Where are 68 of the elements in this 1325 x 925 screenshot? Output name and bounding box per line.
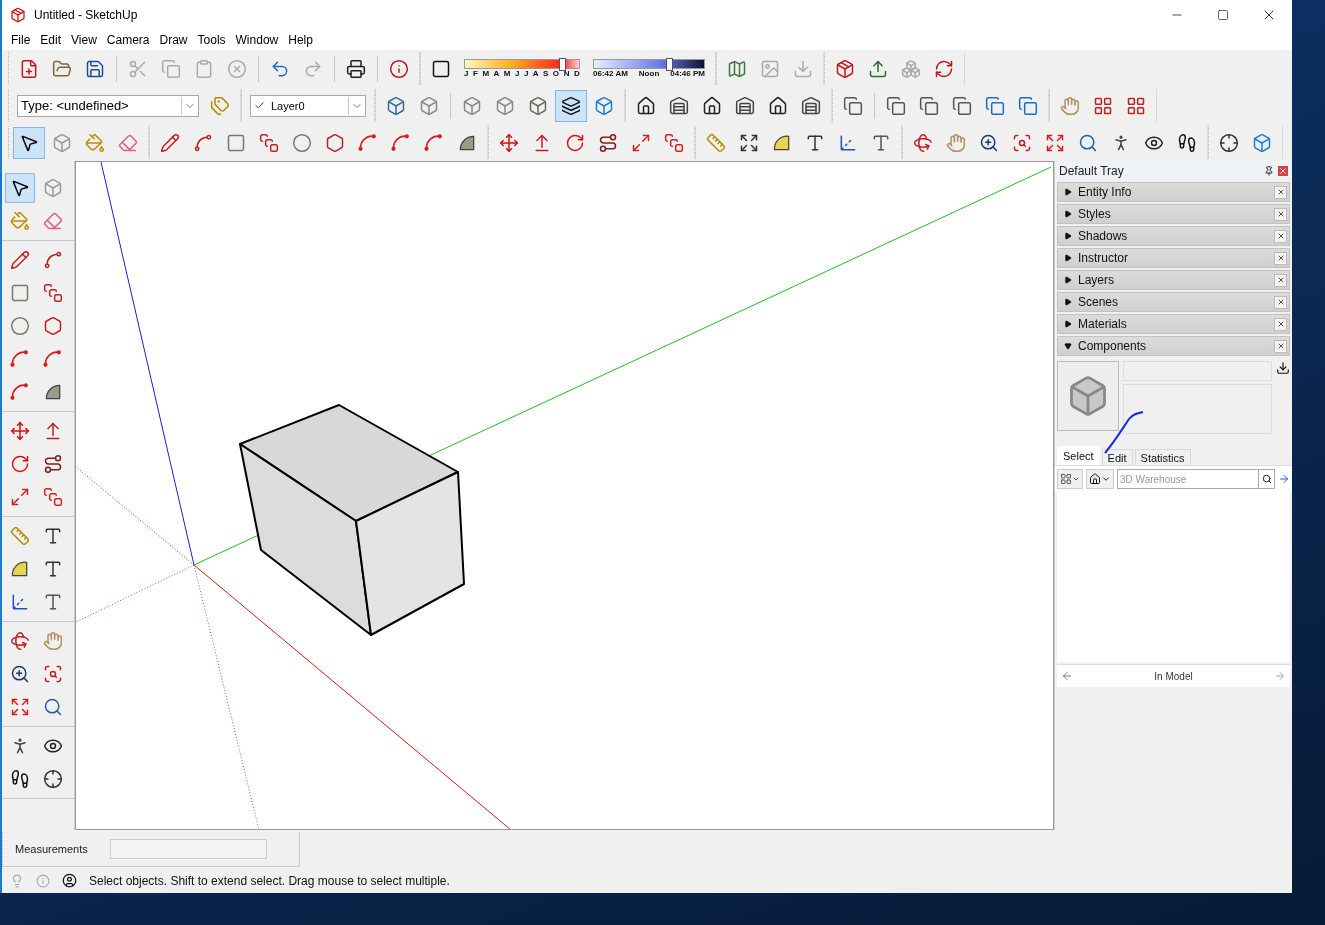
panel-header[interactable]: Entity Info [1057, 182, 1290, 202]
menu-item[interactable]: File [6, 33, 36, 47]
panel-header[interactable]: Shadows [1057, 226, 1290, 246]
details-icon[interactable] [1276, 361, 1290, 375]
pen-stroke-drawing [1103, 411, 1145, 455]
entity-type-dropdown[interactable]: Type: <undefined> [17, 94, 199, 117]
close-icon[interactable] [1274, 339, 1287, 353]
location-label: In Model [1153, 670, 1194, 682]
slider-thumb[interactable] [665, 58, 673, 71]
month-labels: J F M A M J J A S O N D [464, 69, 580, 78]
pointer-icon[interactable] [5, 173, 35, 203]
user-icon[interactable] [62, 873, 77, 888]
home-button[interactable] [1086, 469, 1114, 489]
search-box[interactable]: 3D Warehouse [1117, 469, 1275, 489]
search-icon [1261, 474, 1272, 484]
time-label: 04:46 PM [670, 69, 705, 78]
layers-icon[interactable] [555, 89, 587, 122]
panel-header[interactable]: Scenes [1057, 292, 1290, 312]
layer-name: Layer0 [271, 99, 305, 112]
menu-item[interactable]: Camera [101, 33, 155, 47]
search-button[interactable] [1258, 470, 1274, 488]
tab[interactable]: Edit [1101, 449, 1133, 465]
back-arrow-icon[interactable] [1061, 670, 1073, 682]
maximize-icon [1217, 9, 1229, 21]
grid-icon [1060, 473, 1072, 485]
slider-track[interactable] [464, 59, 580, 69]
view-options-button[interactable] [1057, 469, 1083, 489]
tab[interactable]: Statistics [1134, 449, 1191, 465]
window-title: Untitled - SketchUp [34, 8, 139, 22]
check-icon [254, 100, 265, 111]
menu-item[interactable]: Edit [35, 33, 67, 47]
panel-header[interactable]: Instructor [1057, 248, 1290, 268]
close-icon[interactable] [1274, 229, 1287, 243]
close-icon[interactable] [1274, 295, 1287, 309]
close-icon[interactable] [1274, 207, 1287, 221]
layer-dropdown[interactable]: Layer0 [250, 94, 366, 117]
menu-item[interactable]: Tools [192, 33, 231, 47]
close-icon[interactable] [1274, 251, 1287, 265]
measurements-field[interactable] [109, 838, 267, 859]
panel-header[interactable]: Styles [1057, 204, 1290, 224]
status-message: Select objects. Shift to extend select. Drag mouse to select multiple. [89, 873, 450, 888]
close-icon[interactable] [1274, 185, 1287, 199]
tab[interactable]: Select [1057, 446, 1100, 465]
description-field[interactable] [1123, 384, 1272, 434]
measurements-label: Measurements [15, 842, 88, 855]
pin-icon[interactable] [1264, 166, 1274, 176]
chevron-down-icon [1101, 474, 1111, 484]
menu-item[interactable]: Window [230, 33, 284, 47]
slider-track[interactable] [593, 59, 705, 69]
menu-item[interactable]: View [66, 33, 102, 47]
close-icon[interactable] [1274, 317, 1287, 331]
panel-header[interactable]: Components [1057, 336, 1290, 356]
time-label: Noon [638, 69, 660, 78]
close-icon[interactable] [1274, 273, 1287, 287]
slider-thumb[interactable] [558, 58, 566, 71]
chevron-down-icon [1072, 475, 1080, 483]
panel-header[interactable]: Materials [1057, 314, 1290, 334]
box-drawing[interactable] [239, 404, 465, 636]
close-icon[interactable] [1278, 166, 1288, 176]
pointer-icon[interactable] [13, 126, 45, 159]
time-label: 06:42 AM [593, 69, 628, 78]
arrow-right-icon[interactable] [1278, 473, 1290, 485]
home-icon [1089, 473, 1101, 485]
app-logo-icon [10, 7, 26, 23]
tray-title: Default Tray [1059, 164, 1125, 178]
menu-item[interactable]: Help [283, 33, 318, 47]
panel-header[interactable]: Layers [1057, 270, 1290, 290]
menu-item[interactable]: Draw [154, 33, 193, 47]
